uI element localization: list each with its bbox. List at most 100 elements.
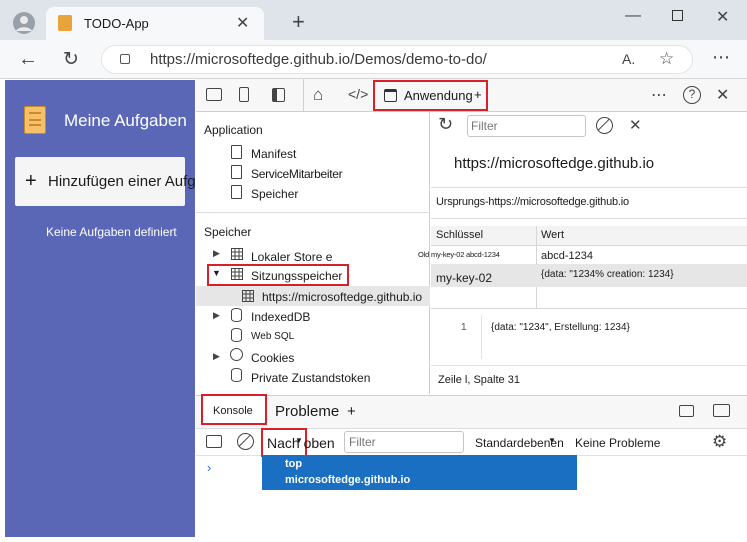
devtools-more-icon[interactable]: ⋯ [651,85,667,105]
clipboard-icon [24,106,46,134]
minimize-icon[interactable]: — [625,7,641,25]
preview-line-number: 1 [461,322,467,333]
help-icon[interactable]: ? [683,86,701,104]
clear-console-icon[interactable] [237,433,254,450]
more-options-icon[interactable]: ⋯ [712,47,730,68]
refresh-storage-icon[interactable]: ↻ [438,114,453,135]
tree-item-local-storage[interactable]: Lokaler Store e [251,250,332,264]
preview-value: {data: "1234", Erstellung: 1234} [491,322,630,333]
column-header-value[interactable]: Wert [541,229,564,241]
delete-selected-icon[interactable]: ✕ [629,116,642,134]
refresh-icon[interactable]: ↻ [63,48,79,71]
close-drawer-icon[interactable] [713,404,730,417]
tree-item-session-storage[interactable]: Sitzungsspeicher [251,269,342,283]
welcome-home-icon[interactable]: ⌂ [313,85,323,105]
console-tab[interactable]: Konsole [201,394,267,425]
dock-icon[interactable] [272,88,285,102]
issues-tab[interactable]: Probleme [275,403,339,420]
origin-label: Ursprungs-https://microsoftedge.github.i… [436,196,629,208]
tree-item-cookies[interactable]: Cookies [251,351,294,365]
close-devtools-icon[interactable]: ✕ [716,85,729,105]
private-tokens-icon [231,368,242,382]
application-tab-label: Anwendung [404,88,473,103]
read-aloud-icon[interactable]: A. [622,51,635,67]
tab-title: TODO-App [84,16,149,31]
local-storage-grid-icon [231,248,243,260]
console-tab-label: Konsole [213,405,253,417]
add-task-button[interactable]: + Hinzufügen einer Aufgabe [15,157,221,206]
tree-item-indexeddb[interactable]: IndexedDB [251,310,310,324]
issues-count[interactable]: Keine Probleme [575,436,660,450]
indexeddb-database-icon [231,308,242,322]
session-origin-grid-icon [242,290,254,302]
expand-cookies-icon[interactable]: ▶ [213,351,220,362]
close-tab-icon[interactable]: ✕ [236,13,249,33]
expand-local-storage-icon[interactable]: ▶ [213,248,220,259]
manifest-file-icon [231,145,242,159]
toolbar-divider [303,79,304,112]
column-header-key[interactable]: Schlüssel [436,229,483,241]
add-panel-icon[interactable]: + [474,87,482,102]
preview-divider [431,365,747,366]
table-row-key[interactable]: my-key-02 [436,271,492,285]
storage-file-icon [231,185,242,199]
tree-item-manifest[interactable]: Manifest [251,147,296,161]
device-emulation-icon[interactable] [239,87,249,102]
elements-code-icon[interactable]: </> [348,86,368,102]
plus-icon: + [25,170,37,192]
maximize-icon[interactable] [672,10,683,21]
cookies-icon [230,348,243,361]
todo-app-panel [5,80,195,537]
new-tab-icon[interactable]: + [292,9,305,35]
tree-item-websql[interactable]: Web SQL [251,331,294,342]
show-sidebar-icon[interactable] [206,435,222,448]
application-tab[interactable]: Anwendung + [373,80,488,111]
application-icon [384,89,397,102]
app-title: Meine Aufgaben [64,111,187,130]
profile-avatar-icon[interactable] [13,12,35,34]
url-field[interactable]: https://microsoftedge.github.io/Demos/de… [101,45,693,74]
preview-gutter [481,315,482,359]
console-prompt-icon[interactable]: › [207,460,211,475]
websql-database-icon [231,328,242,342]
context-dropdown-arrow-icon[interactable]: ▼ [295,436,303,445]
expand-indexeddb-icon[interactable]: ▶ [213,310,220,321]
add-drawer-tab-icon[interactable]: + [347,403,356,420]
back-icon[interactable]: ← [18,48,38,71]
favorite-icon[interactable]: ☆ [659,49,674,69]
cursor-position-status: Zeile l, Spalte 31 [438,374,520,386]
levels-dropdown-arrow-icon[interactable]: ▼ [548,436,556,445]
table-top-border [431,218,747,219]
lock-icon [120,54,130,64]
tree-item-storage-overview[interactable]: Speicher [251,187,298,201]
table-row-value[interactable]: {data: "1234% creation: 1234} [541,269,674,280]
dock-drawer-icon[interactable] [679,405,694,417]
empty-tasks-text: Keine Aufgaben definiert [46,225,177,239]
tree-divider [196,212,430,213]
context-dropdown-menu: top microsoftedge.github.io [262,455,577,490]
session-storage-grid-icon [231,268,243,280]
inspect-icon[interactable] [206,88,222,101]
tree-item-private-tokens[interactable]: Private Zustandstoken [251,371,370,385]
context-option-origin[interactable]: microsoftedge.github.io [285,474,410,486]
console-settings-gear-icon[interactable]: ⚙ [712,432,727,452]
collapse-session-storage-icon[interactable]: ▼ [212,268,221,278]
storage-section-header: Speicher [204,225,252,239]
application-section-header: Application [204,123,263,137]
url-text: https://microsoftedge.github.io/Demos/de… [150,51,487,68]
clear-all-icon[interactable] [596,117,613,134]
todo-favicon-icon [58,15,72,31]
table-bottom-border [431,308,747,309]
service-worker-icon [231,165,242,179]
context-option-top[interactable]: top [285,458,302,470]
table-row-key[interactable]: Old my-key-02 abcd-1234 [418,250,500,259]
origin-divider [431,187,747,188]
tree-item-service-workers[interactable]: ServiceMitarbeiter [251,167,343,181]
close-window-icon[interactable]: ✕ [716,7,729,27]
table-row-value[interactable]: abcd-1234 [541,250,593,262]
tree-item-session-origin: https://microsoftedge.github.io [262,290,423,304]
browser-tab[interactable]: TODO-App ✕ [46,7,264,40]
storage-filter-input[interactable] [467,115,586,137]
console-filter-input[interactable] [344,431,464,453]
add-task-label: Hinzufügen einer Aufgabe [48,173,221,190]
